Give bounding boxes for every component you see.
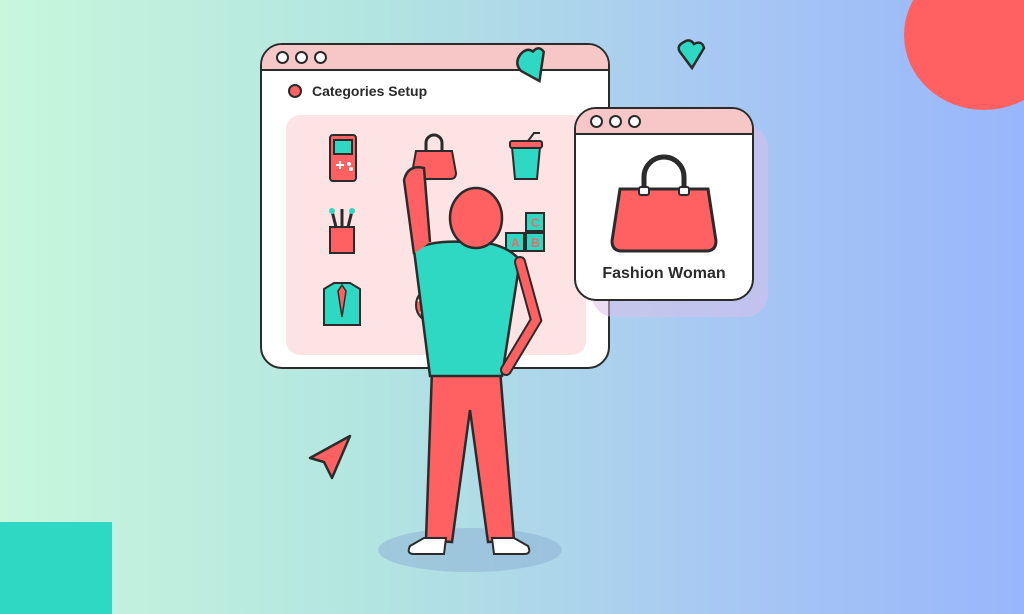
cursor-icon <box>308 434 352 480</box>
window-dot[interactable] <box>314 50 327 64</box>
paint-brushes-icon[interactable] <box>312 201 372 261</box>
shirt-tie-icon[interactable] <box>312 273 372 333</box>
window-dot[interactable] <box>276 50 289 64</box>
handbag-icon[interactable] <box>606 147 722 257</box>
window-titlebar <box>576 109 752 135</box>
gear-icon <box>288 84 302 98</box>
person-illustration <box>378 166 562 572</box>
category-name: Fashion Woman <box>602 265 726 282</box>
window-header: Categories Setup <box>288 83 427 99</box>
window-dot[interactable] <box>628 114 641 128</box>
page-title: Categories Setup <box>312 83 428 99</box>
window-dot[interactable] <box>590 114 603 128</box>
window-dot[interactable] <box>295 50 308 64</box>
heart-icon <box>677 39 706 71</box>
decorative-square <box>0 522 112 614</box>
game-console-icon[interactable] <box>312 129 372 189</box>
heart-icon <box>516 47 546 83</box>
decorative-circle <box>904 0 1024 110</box>
category-detail-window: Fashion Woman <box>574 107 754 301</box>
window-dot[interactable] <box>609 114 622 128</box>
window-titlebar <box>262 45 608 71</box>
